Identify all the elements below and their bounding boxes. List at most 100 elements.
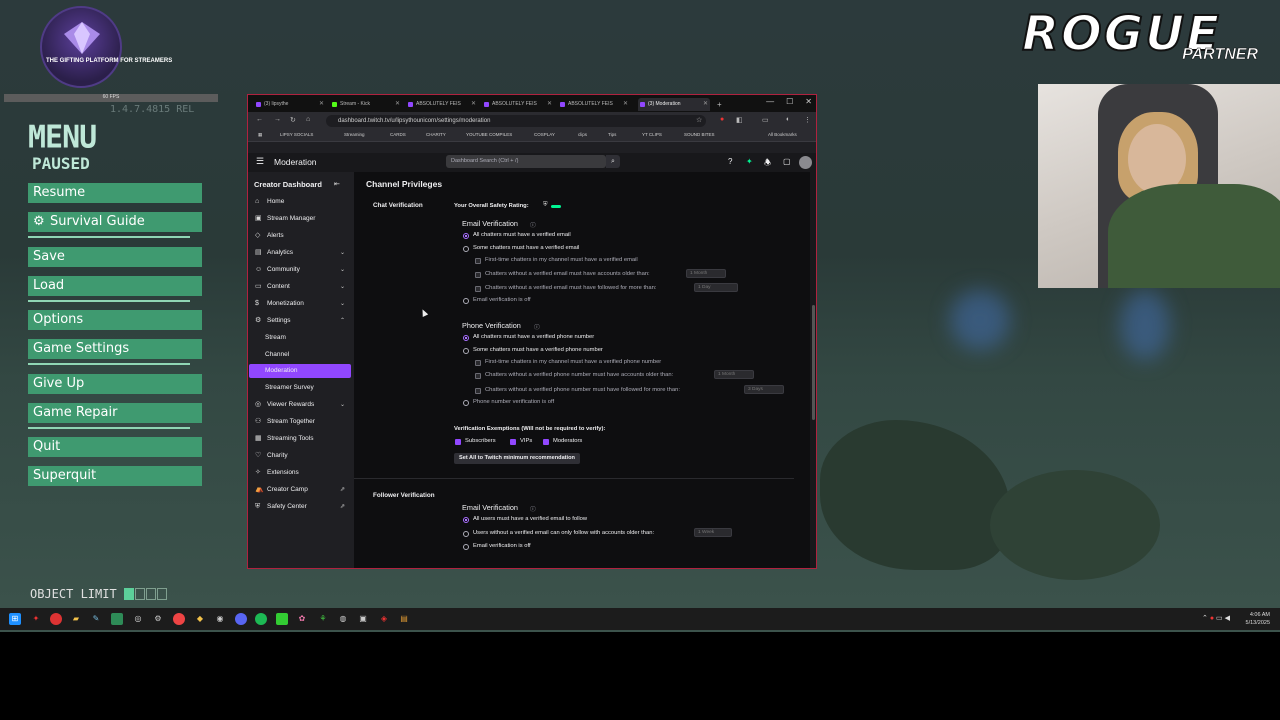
sidebar-item-viewer-rewards[interactable]: ◎ Viewer Rewards ⌄ xyxy=(249,398,351,412)
search-icon[interactable]: ⌕ xyxy=(606,155,620,168)
bookmark[interactable]: COSPLAY xyxy=(534,132,555,137)
sidebar-item-moderation[interactable]: Moderation xyxy=(249,364,351,378)
phone-some-radio[interactable] xyxy=(463,348,469,354)
sidebar-toggle-icon[interactable]: ▭ xyxy=(762,116,769,124)
bookmark[interactable]: clips xyxy=(578,132,587,137)
network-icon[interactable]: ▭ xyxy=(1216,615,1223,622)
app-icon[interactable]: ✎ xyxy=(90,613,102,625)
superquit-button[interactable]: Superquit xyxy=(28,466,202,486)
set-minimum-recommendation-button[interactable]: Set All to Twitch minimum recommendation xyxy=(454,453,580,464)
apps-icon[interactable]: ▦ xyxy=(258,132,262,138)
more-icon[interactable]: ⋮ xyxy=(804,116,811,124)
whispers-icon[interactable]: ▢ xyxy=(783,157,791,166)
sidebar-item-charity[interactable]: ♡ Charity xyxy=(249,449,351,463)
bookmark[interactable]: LIPSY SOCIALS xyxy=(280,132,313,137)
load-button[interactable]: Load xyxy=(28,276,202,296)
close-icon[interactable]: ✕ xyxy=(395,98,400,111)
help-icon[interactable]: ? xyxy=(728,157,732,166)
back-icon[interactable]: ← xyxy=(256,116,263,123)
app-icon[interactable]: ✿ xyxy=(296,613,308,625)
browser-tab[interactable]: ABSOLUTELY FEIS ✕ xyxy=(406,98,478,111)
bookmark[interactable]: CARDS xyxy=(390,132,406,137)
windows-start-icon[interactable]: ⊞ xyxy=(9,613,21,625)
app-icon[interactable] xyxy=(50,613,62,625)
options-button[interactable]: Options xyxy=(28,310,202,330)
email-off-radio[interactable] xyxy=(463,298,469,304)
phone-off-radio[interactable] xyxy=(463,400,469,406)
game-settings-button[interactable]: Game Settings xyxy=(28,339,202,359)
email-followed-select[interactable]: 1 Day xyxy=(694,283,738,292)
close-icon[interactable]: ✕ xyxy=(623,98,628,111)
phone-followed-checkbox[interactable] xyxy=(475,388,481,394)
sidebar-item-creator-camp[interactable]: ⛺ Creator Camp ⇗ xyxy=(249,483,351,497)
spotify-icon[interactable] xyxy=(255,613,267,625)
phone-all-radio[interactable] xyxy=(463,335,469,341)
menu-icon[interactable]: ☰ xyxy=(256,156,264,167)
bookmark[interactable]: CHARITY xyxy=(426,132,446,137)
sidebar-item-analytics[interactable]: ▤ Analytics ⌄ xyxy=(249,246,351,260)
dashboard-search-input[interactable]: Dashboard Search (Ctrl + /) xyxy=(446,155,606,168)
chevron-up-icon[interactable]: ⌃ xyxy=(1202,615,1208,622)
email-older-select[interactable]: 1 Month xyxy=(686,269,726,278)
scrollbar-thumb[interactable] xyxy=(812,305,815,420)
profile-icon[interactable]: ◐ xyxy=(786,116,790,123)
quit-button[interactable]: Quit xyxy=(28,437,202,457)
app-icon[interactable]: ▣ xyxy=(357,613,369,625)
info-icon[interactable]: ⓘ xyxy=(530,220,536,229)
home-icon[interactable]: ⌂ xyxy=(306,116,310,123)
sidebar-item-safety-center[interactable]: ⛨ Safety Center ⇗ xyxy=(249,500,351,514)
clock[interactable]: 4:06 AM 5/13/2025 xyxy=(1246,611,1270,627)
close-icon[interactable]: ✕ xyxy=(547,98,552,111)
phone-older-select[interactable]: 1 Month xyxy=(714,370,754,379)
browser-tab-active[interactable]: (3) Moderation ✕ xyxy=(638,98,710,111)
app-icon[interactable]: ◎ xyxy=(132,613,144,625)
bookmark[interactable]: All Bookmarks xyxy=(768,132,797,137)
sidebar-item-stream[interactable]: Stream xyxy=(249,331,351,345)
email-followed-checkbox[interactable] xyxy=(475,286,481,292)
browser-tab[interactable]: (3) lipsythe ✕ xyxy=(254,98,326,111)
give-up-button[interactable]: Give Up xyxy=(28,374,202,394)
address-bar[interactable]: dashboard.twitch.tv/u/lipsythounicorn/se… xyxy=(326,115,706,127)
sidebar-item-community[interactable]: ☺ Community ⌄ xyxy=(249,263,351,277)
email-some-radio[interactable] xyxy=(463,246,469,252)
follower-older-select[interactable]: 1 Week xyxy=(694,528,732,537)
folder-icon[interactable]: ▰ xyxy=(70,613,82,625)
game-repair-button[interactable]: Game Repair xyxy=(28,403,202,423)
app-icon[interactable]: ✦ xyxy=(30,613,42,625)
sidebar-item-streaming-tools[interactable]: ▦ Streaming Tools xyxy=(249,432,351,446)
survival-guide-button[interactable]: ⚙ Survival Guide xyxy=(28,212,202,232)
browser-tab[interactable]: ABSOLUTELY FEIS ✕ xyxy=(482,98,554,111)
bookmark[interactable]: SOUND BITES xyxy=(684,132,715,137)
sidebar-item-channel[interactable]: Channel xyxy=(249,348,351,362)
subscribers-checkbox[interactable] xyxy=(455,439,461,445)
discord-icon[interactable] xyxy=(235,613,247,625)
phone-older-checkbox[interactable] xyxy=(475,373,481,379)
vips-checkbox[interactable] xyxy=(510,439,516,445)
sidebar-item-extensions[interactable]: ✧ Extensions xyxy=(249,466,351,480)
follower-off-radio[interactable] xyxy=(463,544,469,550)
sparkle-icon[interactable]: ✦ xyxy=(746,157,753,166)
extension-icon[interactable]: ● xyxy=(720,116,724,123)
sidebar-item-settings[interactable]: ⚙ Settings ⌃ xyxy=(249,314,351,328)
sidebar-item-stream-manager[interactable]: ▣ Stream Manager xyxy=(249,212,351,226)
browser-tab[interactable]: ABSOLUTELY FEIS ✕ xyxy=(558,98,630,111)
app-icon[interactable]: ⚘ xyxy=(317,613,329,625)
info-icon[interactable]: ⓘ xyxy=(530,504,536,513)
app-icon[interactable]: ◈ xyxy=(378,613,390,625)
chrome-icon[interactable] xyxy=(173,613,185,625)
email-all-radio[interactable] xyxy=(463,233,469,239)
star-icon[interactable]: ☆ xyxy=(696,116,702,124)
save-button[interactable]: Save xyxy=(28,247,202,267)
app-icon[interactable]: ▤ xyxy=(398,613,410,625)
obs-icon[interactable]: ◍ xyxy=(337,613,349,625)
new-tab-button[interactable]: + xyxy=(714,98,728,111)
close-icon[interactable]: ✕ xyxy=(319,98,324,111)
sidebar-item-content[interactable]: ▭ Content ⌄ xyxy=(249,280,351,294)
maximize-icon[interactable]: ☐ xyxy=(786,97,793,106)
sidebar-item-stream-together[interactable]: ⚇ Stream Together xyxy=(249,415,351,429)
close-icon[interactable]: ✕ xyxy=(471,98,476,111)
app-icon[interactable]: ◉ xyxy=(214,613,226,625)
app-icon[interactable] xyxy=(111,613,123,625)
follower-older-radio[interactable] xyxy=(463,531,469,537)
sidebar-item-monetization[interactable]: $ Monetization ⌄ xyxy=(249,297,351,311)
